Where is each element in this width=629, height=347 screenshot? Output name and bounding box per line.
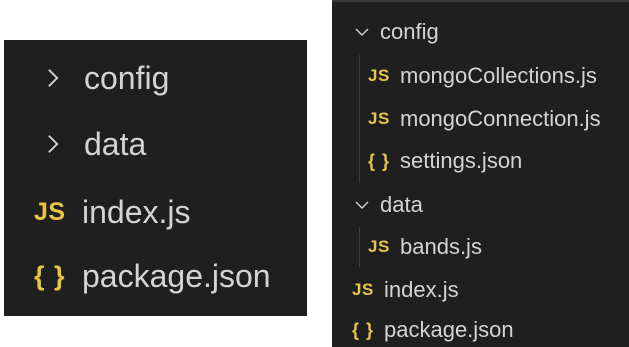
tree-item-config-folder[interactable]: config bbox=[4, 54, 307, 102]
tree-item-label: package.json bbox=[82, 257, 271, 294]
js-file-icon: JS bbox=[368, 237, 390, 256]
tree-item-config-folder[interactable]: config bbox=[332, 14, 629, 50]
tree-item-index-js[interactable]: JS index.js bbox=[4, 188, 307, 236]
tree-item-label: config bbox=[380, 19, 439, 44]
json-file-icon: { } bbox=[352, 319, 375, 340]
tree-item-bands-js[interactable]: JS bands.js bbox=[332, 229, 629, 265]
tree-item-mongocollections-js[interactable]: JS mongoCollections.js bbox=[332, 58, 629, 94]
tree-item-data-folder[interactable]: data bbox=[332, 187, 629, 223]
tree-item-label: index.js bbox=[384, 277, 459, 302]
tree-item-label: mongoCollections.js bbox=[400, 63, 597, 88]
js-file-icon: JS bbox=[368, 66, 390, 85]
js-file-icon: JS bbox=[34, 197, 66, 226]
tree-item-index-js[interactable]: JS index.js bbox=[332, 272, 629, 308]
js-file-icon: JS bbox=[352, 280, 374, 299]
tree-item-label: mongoConnection.js bbox=[400, 106, 601, 131]
chevron-right-icon bbox=[42, 67, 64, 89]
tree-item-label: index.js bbox=[82, 193, 191, 230]
json-file-icon: { } bbox=[368, 150, 391, 171]
tree-item-settings-json[interactable]: { } settings.json bbox=[332, 143, 629, 179]
tree-item-package-json[interactable]: { } package.json bbox=[332, 312, 629, 347]
chevron-right-icon bbox=[42, 133, 64, 155]
tree-item-package-json[interactable]: { } package.json bbox=[4, 252, 307, 300]
tree-item-data-folder[interactable]: data bbox=[4, 120, 307, 168]
explorer-panel-collapsed: config data JS index.js { } package.json bbox=[4, 40, 307, 316]
tree-item-label: bands.js bbox=[400, 234, 482, 259]
chevron-down-icon bbox=[354, 197, 370, 213]
tree-item-label: data bbox=[84, 125, 147, 162]
tree-item-mongoconnection-js[interactable]: JS mongoConnection.js bbox=[332, 101, 629, 137]
json-file-icon: { } bbox=[34, 260, 66, 291]
chevron-down-icon bbox=[354, 24, 370, 40]
js-file-icon: JS bbox=[368, 109, 390, 128]
tree-item-label: settings.json bbox=[400, 148, 523, 173]
tree-item-label: package.json bbox=[384, 317, 514, 342]
explorer-panel-expanded: config JS mongoCollections.js JS mongoCo… bbox=[332, 0, 629, 347]
tree-item-label: config bbox=[84, 59, 170, 96]
tree-item-label: data bbox=[380, 192, 423, 217]
